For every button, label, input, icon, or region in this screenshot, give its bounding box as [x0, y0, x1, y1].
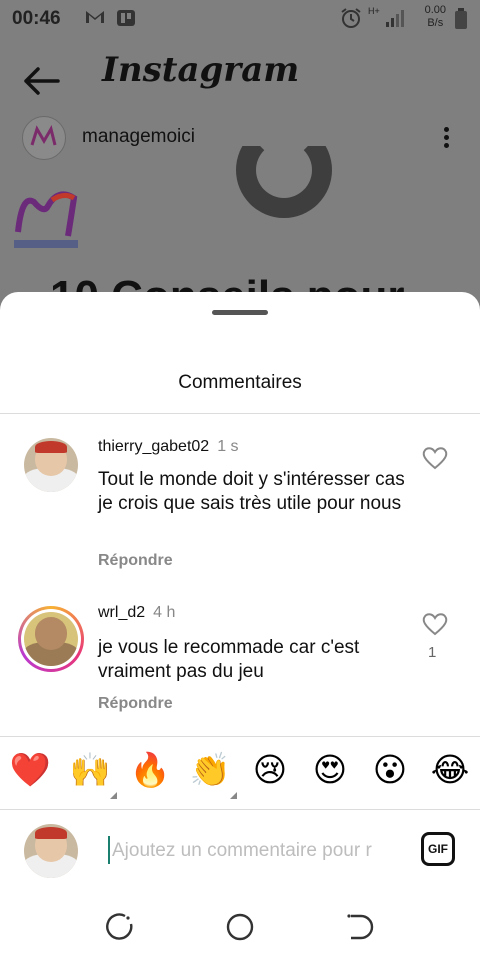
- commenter-avatar[interactable]: [24, 438, 78, 492]
- heart-icon[interactable]: [422, 612, 448, 636]
- account-avatar[interactable]: [22, 116, 66, 160]
- comment-text: je vous le recommade car c'est vraiment …: [98, 637, 360, 682]
- fire-emoji[interactable]: 🔥: [128, 750, 172, 790]
- comment-input[interactable]: [112, 836, 402, 866]
- comment-username[interactable]: thierry_gabet02: [98, 438, 209, 455]
- comment-item: thierry_gabet02 1 s Tout le monde doit y …: [0, 414, 480, 584]
- comment-meta: wrl_d2 4 h: [98, 604, 175, 622]
- astonished-face-emoji[interactable]: 😮: [368, 750, 412, 790]
- red-heart-emoji[interactable]: ❤️: [8, 750, 52, 790]
- emoji-reaction-bar: ❤️ 🙌 🔥 👏 😢 😍 😮 😂: [0, 736, 480, 808]
- more-options-icon[interactable]: [436, 124, 456, 152]
- alarm-icon: [340, 7, 362, 32]
- tears-of-joy-emoji[interactable]: 😂: [428, 750, 472, 790]
- app-icon: [116, 9, 136, 30]
- back-arrow-icon[interactable]: [22, 66, 62, 96]
- instagram-logo: Instagram: [102, 50, 300, 90]
- signal-icon: [384, 8, 408, 31]
- network-type-label: H+: [368, 6, 380, 16]
- comments-sheet: Commentaires thierry_gabet02 1 s Tout le …: [0, 292, 480, 960]
- text-cursor: [108, 836, 110, 864]
- drag-handle[interactable]: [212, 310, 268, 315]
- speed-unit: B/s: [427, 17, 444, 29]
- sheet-title: Commentaires: [178, 372, 302, 393]
- speed-value: 0.00: [424, 4, 446, 16]
- status-time: 00:46: [12, 8, 61, 29]
- comment-item: wrl_d2 4 h je vous le recommade car c'est…: [0, 592, 480, 732]
- system-nav-bar: [0, 896, 480, 960]
- skin-tone-indicator: [110, 792, 117, 799]
- background-post-view: Instagram managemoici 10 Conseils pour: [0, 36, 480, 321]
- crying-face-emoji[interactable]: 😢: [248, 750, 292, 790]
- heart-eyes-emoji[interactable]: 😍: [308, 750, 352, 790]
- commenter-avatar: [24, 612, 78, 666]
- skin-tone-indicator: [230, 792, 237, 799]
- like-count: 1: [428, 644, 437, 661]
- loading-spinner: [236, 146, 332, 218]
- current-user-avatar: [24, 824, 78, 878]
- ring-inner: [21, 609, 81, 669]
- home-icon[interactable]: [223, 910, 257, 944]
- gif-button[interactable]: GIF: [421, 832, 455, 866]
- network-speed: 0.00 B/s: [425, 4, 446, 30]
- comment-meta: thierry_gabet02 1 s: [98, 438, 239, 456]
- comment-username[interactable]: wrl_d2: [98, 604, 145, 621]
- recent-apps-icon[interactable]: [103, 910, 137, 944]
- back-icon[interactable]: [343, 910, 377, 944]
- gmail-icon: [84, 9, 106, 28]
- comment-composer: GIF: [0, 810, 480, 890]
- comment-time: 4 h: [153, 604, 176, 621]
- comment-time: 1 s: [217, 438, 239, 455]
- raising-hands-emoji[interactable]: 🙌: [68, 750, 112, 790]
- account-name[interactable]: managemoici: [82, 126, 195, 148]
- avatar-photo-head: [34, 617, 68, 650]
- reply-button[interactable]: Répondre: [98, 695, 173, 713]
- reply-button[interactable]: Répondre: [98, 552, 173, 570]
- battery-icon: [454, 8, 468, 33]
- brand-logo-image: [12, 184, 80, 256]
- commenter-avatar-story-ring[interactable]: [18, 606, 84, 672]
- comment-text: Tout le monde doit y s'intéresser cas je…: [98, 469, 405, 514]
- avatar-photo-cap: [34, 827, 68, 840]
- avatar-photo-cap: [34, 441, 68, 454]
- status-bar: 00:46 H+ 0.00 B/s: [0, 0, 480, 36]
- heart-icon[interactable]: [422, 446, 448, 470]
- clapping-hands-emoji[interactable]: 👏: [188, 750, 232, 790]
